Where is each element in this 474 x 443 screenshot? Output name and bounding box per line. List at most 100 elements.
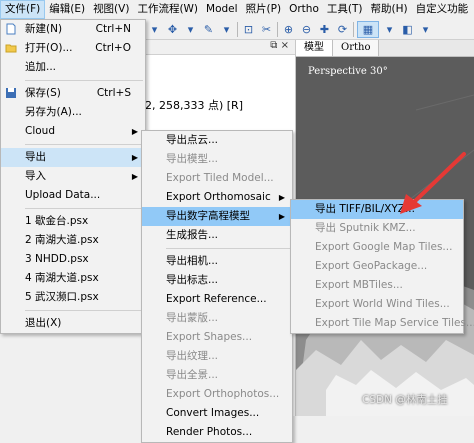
export-model: 导出模型... <box>142 150 292 169</box>
menu-item-label: 导出模型... <box>166 153 219 165</box>
convert-images[interactable]: Convert Images... <box>142 404 292 423</box>
menu-item-label: 另存为(A)... <box>25 106 82 118</box>
menu-item-label: 导出 <box>25 151 46 163</box>
cut-icon[interactable]: ✂ <box>259 22 274 37</box>
menu-item-label: Export Orthomosaic <box>166 191 271 203</box>
dropdown-arrow-icon[interactable]: ▾ <box>147 22 162 37</box>
move-icon[interactable]: ✥ <box>165 22 180 37</box>
submenu-arrow-icon: ▶ <box>131 172 138 181</box>
toolbar: ▾ ✥ ▾ ✎ ▾ ⊡ ✂ ⊕ ⊖ ✚ ⟳ ▦ ▾ ◧ ▾ <box>145 19 474 40</box>
menu-item-label: 新建(N) <box>25 23 63 35</box>
grid-view-icon[interactable]: ▦ <box>357 20 379 38</box>
menu-item-label: 2 南湖大道.psx <box>25 234 99 246</box>
menu-item-label: 4 南湖大道.psx <box>25 272 99 284</box>
chunk-summary: 2, 258,333 点) [R] <box>145 99 243 112</box>
export-masks: 导出蒙版... <box>142 309 292 328</box>
menu-item-new[interactable]: 新建(N) Ctrl+N <box>1 20 145 39</box>
recent-file-5[interactable]: 5 武汉濒口.psx <box>1 288 145 307</box>
recent-file-1[interactable]: 1 歇金台.psx <box>1 212 145 231</box>
shortcut-label: Ctrl+O <box>95 42 131 54</box>
menu-item-label: 3 NHDD.psx <box>25 253 89 265</box>
menu-item-label: 导出全景... <box>166 369 219 381</box>
watermark: CSDN @林南土挂 <box>362 394 448 406</box>
menu-custom[interactable]: 自定义功能 <box>412 0 473 19</box>
menu-item-import[interactable]: 导入 ▶ <box>1 167 145 186</box>
zoom-in-icon[interactable]: ⊕ <box>281 22 296 37</box>
menu-item-label: Export MBTiles... <box>315 279 403 291</box>
menu-item-label: 1 歇金台.psx <box>25 215 89 227</box>
reset-view-icon[interactable]: ⟳ <box>335 22 350 37</box>
export-dem[interactable]: 导出数字高程模型 ▶ <box>142 207 292 226</box>
menu-file[interactable]: 文件(F) <box>0 0 46 19</box>
export-tiled-model: Export Tiled Model... <box>142 169 292 188</box>
zoom-out-icon[interactable]: ⊖ <box>299 22 314 37</box>
menu-item-export[interactable]: 导出 ▶ <box>1 148 145 167</box>
recent-file-2[interactable]: 2 南湖大道.psx <box>1 231 145 250</box>
menu-model[interactable]: Model <box>202 0 242 19</box>
menu-item-label: Export Shapes... <box>166 331 253 343</box>
viewport-tabs: 模型 Ortho <box>296 40 474 57</box>
menu-item-label: Export GeoPackage... <box>315 260 428 272</box>
chevron-down-icon[interactable]: ▾ <box>219 22 234 37</box>
menu-item-cloud[interactable]: Cloud ▶ <box>1 122 145 141</box>
menu-item-label: 导出相机... <box>166 255 219 267</box>
menu-item-save-as[interactable]: 另存为(A)... <box>1 103 145 122</box>
menu-item-label: Export Tiled Model... <box>166 172 274 184</box>
menu-item-label: 导出数字高程模型 <box>166 210 250 222</box>
export-markers[interactable]: 导出标志... <box>142 271 292 290</box>
marker-icon[interactable]: ✎ <box>201 22 216 37</box>
export-reference[interactable]: Export Reference... <box>142 290 292 309</box>
menu-item-label: 导出纹理... <box>166 350 219 362</box>
recent-file-4[interactable]: 4 南湖大道.psx <box>1 269 145 288</box>
menu-item-label: 退出(X) <box>25 317 62 329</box>
chevron-down-icon[interactable]: ▾ <box>382 22 397 37</box>
tab-ortho[interactable]: Ortho <box>333 40 380 56</box>
menu-item-label: Export Reference... <box>166 293 267 305</box>
menu-item-label: 导出点云... <box>166 134 219 146</box>
menu-photo[interactable]: 照片(P) <box>242 0 286 19</box>
submenu-arrow-icon: ▶ <box>131 127 138 136</box>
menu-item-label: Convert Images... <box>166 407 260 419</box>
export-orthophotos: Export Orthophotos... <box>142 385 292 404</box>
export-point-cloud[interactable]: 导出点云... <box>142 131 292 150</box>
pan-icon[interactable]: ✚ <box>317 22 332 37</box>
menu-item-exit[interactable]: 退出(X) <box>1 314 145 333</box>
new-file-icon <box>6 23 16 35</box>
export-world-wind-tiles: Export World Wind Tiles... <box>291 295 463 314</box>
export-cameras[interactable]: 导出相机... <box>142 252 292 271</box>
menu-help[interactable]: 帮助(H) <box>366 0 411 19</box>
crop-icon[interactable]: ⊡ <box>241 22 256 37</box>
menu-divider <box>25 208 143 209</box>
export-shapes: Export Shapes... <box>142 328 292 347</box>
panel-close-icon[interactable]: ⧉ × <box>270 40 289 51</box>
menu-tools[interactable]: 工具(T) <box>323 0 367 19</box>
export-orthomosaic[interactable]: Export Orthomosaic ▶ <box>142 188 292 207</box>
color-icon[interactable]: ◧ <box>400 22 415 37</box>
render-photos[interactable]: Render Photos... <box>142 423 292 442</box>
menu-view[interactable]: 视图(V) <box>89 0 133 19</box>
menu-item-upload[interactable]: Upload Data... <box>1 186 145 205</box>
menu-item-save[interactable]: 保存(S) Ctrl+S <box>1 84 145 103</box>
shortcut-label: Ctrl+S <box>96 87 131 99</box>
menu-item-append[interactable]: 追加... <box>1 58 145 77</box>
menu-ortho[interactable]: Ortho <box>285 0 323 19</box>
menu-item-label: 导出 Sputnik KMZ... <box>315 222 416 234</box>
submenu-arrow-icon: ▶ <box>278 193 285 202</box>
menu-item-label: 导入 <box>25 170 46 182</box>
toolbar-divider <box>237 21 238 37</box>
chevron-down-icon[interactable]: ▾ <box>418 22 433 37</box>
generate-report[interactable]: 生成报告... <box>142 226 292 245</box>
panel-header: ⧉ × <box>145 40 295 55</box>
menu-item-label: 导出标志... <box>166 274 219 286</box>
menu-item-open[interactable]: 打开(O)... Ctrl+O <box>1 39 145 58</box>
tab-model[interactable]: 模型 <box>296 40 333 56</box>
menu-item-label: 5 武汉濒口.psx <box>25 291 99 303</box>
menu-item-label: 打开(O)... <box>25 42 73 54</box>
menu-workflow[interactable]: 工作流程(W) <box>133 0 202 19</box>
menu-item-label: 导出蒙版... <box>166 312 219 324</box>
toolbar-divider <box>353 21 354 37</box>
toolbar-divider <box>277 21 278 37</box>
menu-edit[interactable]: 编辑(E) <box>45 0 89 19</box>
chevron-down-icon[interactable]: ▾ <box>183 22 198 37</box>
recent-file-3[interactable]: 3 NHDD.psx <box>1 250 145 269</box>
